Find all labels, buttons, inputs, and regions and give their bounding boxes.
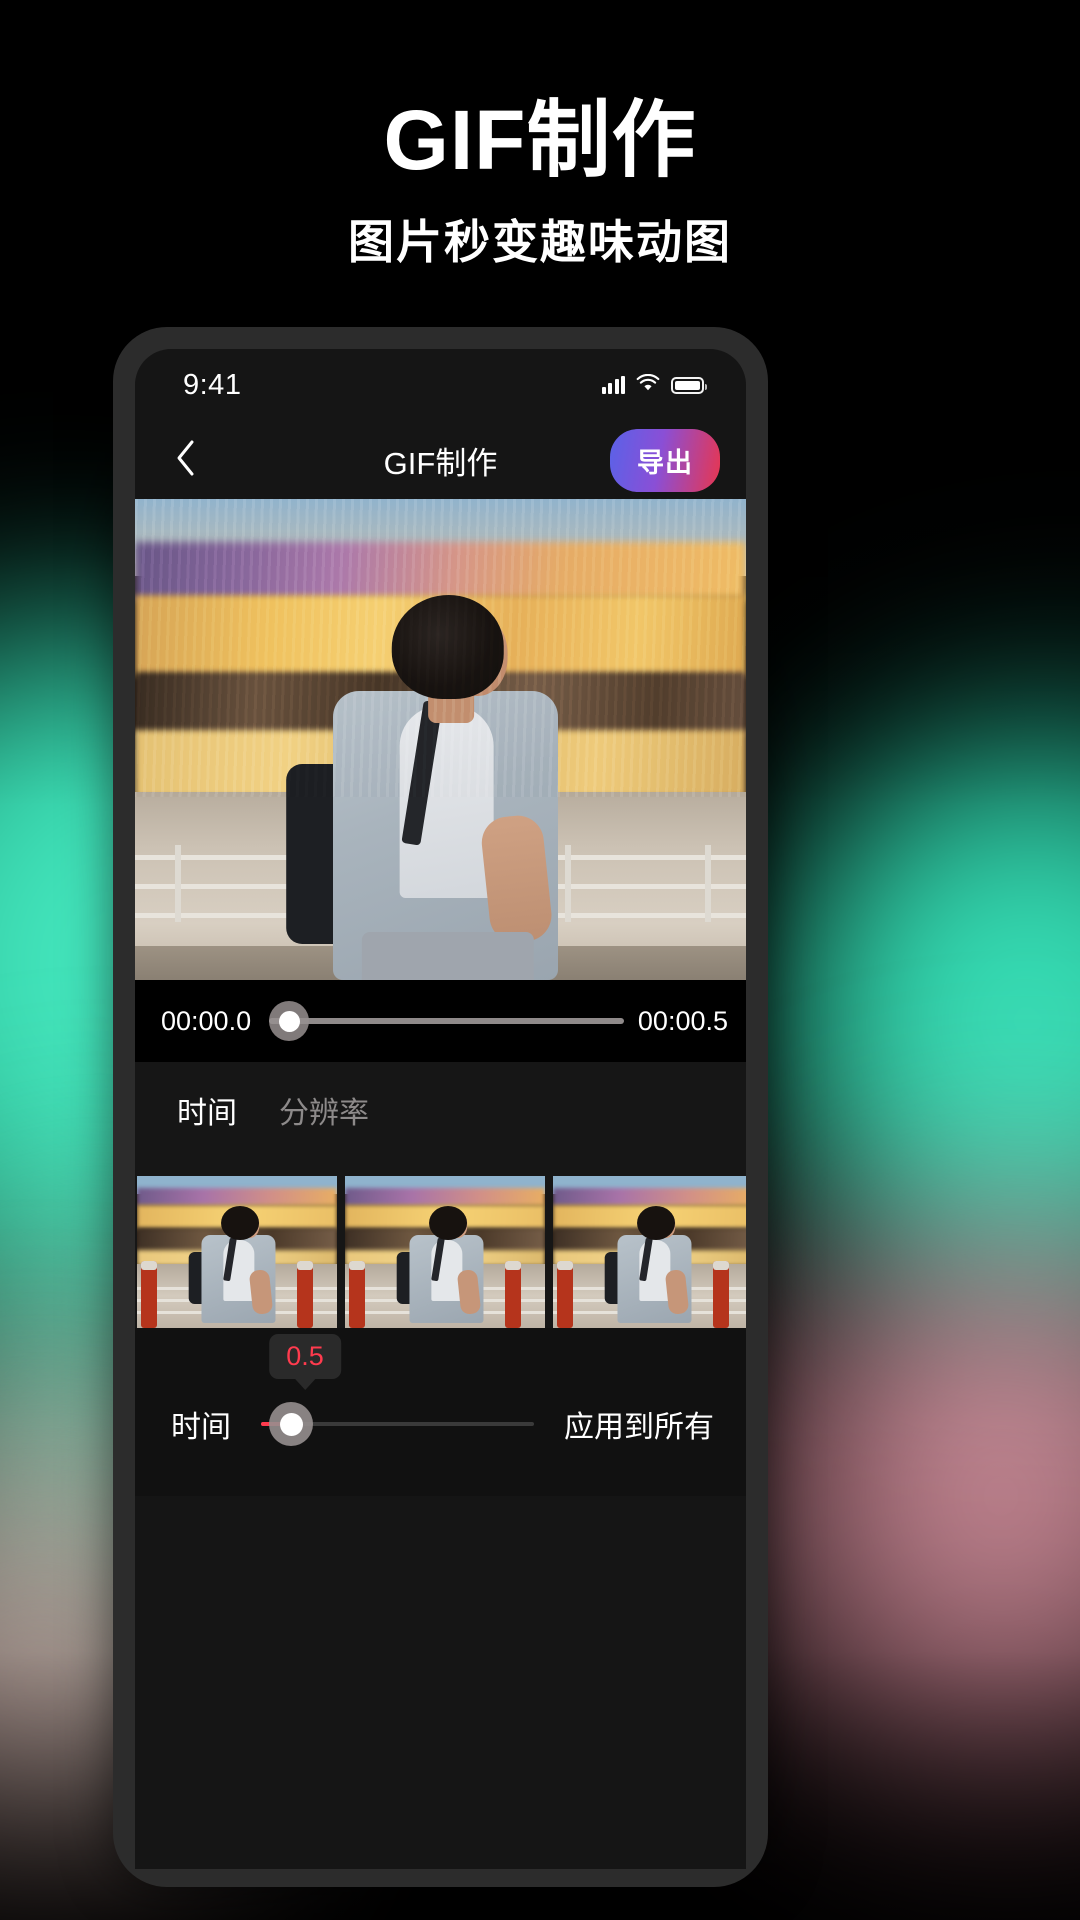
cellular-signal-icon	[601, 376, 625, 394]
tab-time[interactable]: 时间	[177, 1088, 237, 1132]
frame-thumbnail-strip	[135, 1158, 746, 1328]
preview-person-pants	[361, 931, 534, 980]
duration-slider-row: 时间 应用到所有	[135, 1402, 746, 1446]
phone-screen: 9:41 GIF制作 导出 00:00.0 00:00.5 时间 分辨率 0.5…	[135, 349, 746, 1869]
scrubber-thumb[interactable]	[269, 1001, 310, 1041]
pink-glow-right	[720, 1180, 1080, 1880]
preview-rail-post	[705, 845, 711, 923]
thumb-post	[349, 1261, 365, 1328]
wifi-icon	[636, 373, 660, 397]
preview-rail-post	[175, 845, 181, 923]
status-bar-time: 9:41	[183, 368, 242, 401]
thumb-post	[713, 1261, 729, 1328]
thumb-hair	[221, 1206, 260, 1241]
scrubber-end-time: 00:00.5	[637, 1005, 728, 1036]
hero-subtitle: 图片秒变趣味动图	[348, 216, 732, 269]
frame-thumbnail[interactable]	[345, 1176, 545, 1328]
preview-motion-blur	[135, 499, 746, 798]
thumb-post	[297, 1261, 313, 1328]
preview-scene	[135, 499, 746, 980]
thumb-tram-upper	[345, 1188, 545, 1207]
tab-resolution[interactable]: 分辨率	[279, 1088, 369, 1132]
status-bar: 9:41	[135, 349, 746, 421]
thumb-hair	[637, 1206, 676, 1241]
battery-icon	[671, 376, 707, 394]
scrubber-track-area[interactable]	[269, 1001, 624, 1041]
preview-rail-post	[565, 845, 571, 923]
preview-image[interactable]	[135, 499, 746, 980]
scrubber-bar: 00:00.0 00:00.5	[135, 980, 746, 1062]
tab-bar: 时间 分辨率	[135, 1062, 746, 1158]
thumb-post	[557, 1261, 573, 1328]
apply-to-all-button[interactable]: 应用到所有	[564, 1402, 714, 1446]
duration-control-panel: 0.5 时间 应用到所有	[135, 1328, 746, 1496]
export-button[interactable]: 导出	[610, 428, 720, 492]
status-bar-icons	[601, 373, 707, 397]
frame-thumbnail[interactable]	[137, 1176, 337, 1328]
phone-frame: 9:41 GIF制作 导出 00:00.0 00:00.5 时间 分辨率 0.5…	[113, 327, 768, 1887]
thumb-tram-upper	[137, 1188, 337, 1207]
thumb-hair	[429, 1206, 468, 1241]
nav-bar: GIF制作 导出	[135, 421, 746, 499]
scrubber-start-time: 00:00.0	[161, 1005, 252, 1036]
duration-value-badge: 0.5	[269, 1334, 341, 1379]
headline-block: GIF制作 图片秒变趣味动图	[0, 96, 1080, 272]
duration-slider-thumb[interactable]	[269, 1402, 313, 1446]
hero-title: GIF制作	[383, 93, 697, 187]
thumb-post	[141, 1261, 157, 1328]
scrubber-track[interactable]	[269, 1018, 624, 1024]
back-button[interactable]	[157, 432, 213, 488]
duration-label: 时间	[171, 1411, 231, 1444]
thumb-post	[505, 1261, 521, 1328]
duration-slider[interactable]	[261, 1402, 534, 1446]
thumb-tram-upper	[553, 1188, 746, 1207]
chevron-left-icon	[174, 439, 196, 482]
frame-thumbnail[interactable]	[553, 1176, 746, 1328]
